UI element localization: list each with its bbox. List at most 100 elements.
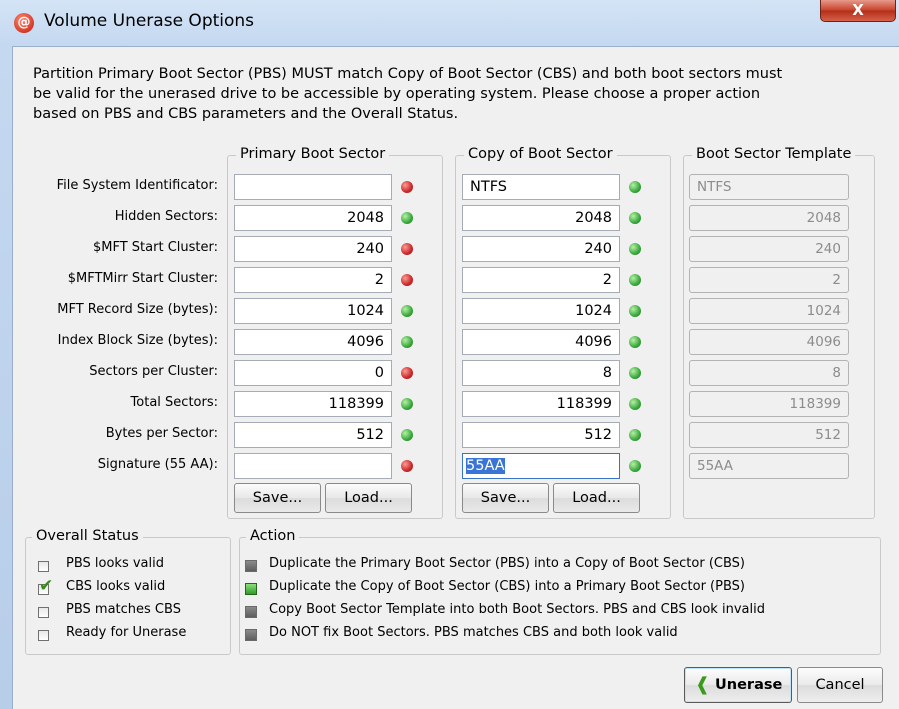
pbs-group-title: Primary Boot Sector [236, 146, 390, 162]
cbs-field-mftmirr-start[interactable]: 2 [462, 267, 620, 293]
row-label-hidden-sectors: Hidden Sectors: [114, 209, 218, 224]
pbs-valid-label: PBS looks valid [66, 556, 165, 571]
cbs-led-index-block-size [629, 336, 641, 348]
pbs-field-bytes-per-sector[interactable]: 512 [234, 422, 392, 448]
window-title: Volume Unerase Options [44, 11, 255, 31]
cbs-field-fs-id[interactable]: NTFS [462, 174, 620, 200]
cbs-field-total-sectors[interactable]: 118399 [462, 391, 620, 417]
pbs-field-signature[interactable] [234, 453, 392, 479]
pbs-field-hidden-sectors[interactable]: 2048 [234, 205, 392, 231]
cbs-field-mft-start[interactable]: 240 [462, 236, 620, 262]
row-label-mftmirr-start: $MFTMirr Start Cluster: [67, 271, 218, 286]
action-option-1-radio[interactable] [245, 560, 257, 572]
row-label-total-sectors: Total Sectors: [130, 395, 218, 410]
cbs-led-total-sectors [629, 398, 641, 410]
cbs-field-index-block-size[interactable]: 4096 [462, 329, 620, 355]
pbs-load-button[interactable]: Load... [325, 483, 412, 513]
row-label-sectors-per-cluster: Sectors per Cluster: [89, 364, 218, 379]
action-option-4-label[interactable]: Do NOT fix Boot Sectors. PBS matches CBS… [269, 625, 678, 640]
pbs-field-sectors-per-cluster[interactable]: 0 [234, 360, 392, 386]
row-label-mft-start: $MFT Start Cluster: [93, 240, 218, 255]
cbs-led-bytes-per-sector [629, 429, 641, 441]
row-label-mft-record-size: MFT Record Size (bytes): [57, 302, 218, 317]
cbs-field-hidden-sectors[interactable]: 2048 [462, 205, 620, 231]
pbs-led-sectors-per-cluster [401, 367, 413, 379]
pbs-matches-cbs-label: PBS matches CBS [66, 602, 181, 617]
action-option-1-label[interactable]: Duplicate the Primary Boot Sector (PBS) … [269, 556, 745, 571]
pbs-led-mft-record-size [401, 305, 413, 317]
cbs-led-sectors-per-cluster [629, 367, 641, 379]
pbs-field-mftmirr-start[interactable]: 2 [234, 267, 392, 293]
action-title: Action [246, 528, 300, 544]
ready-for-unerase-checkbox [38, 630, 49, 641]
unerase-button[interactable]: ❰ Unerase [684, 667, 792, 703]
overall-status-title: Overall Status [32, 528, 143, 544]
cbs-group-title: Copy of Boot Sector [464, 146, 617, 162]
action-option-2-radio[interactable] [245, 583, 257, 595]
dialog-window: @ Volume Unerase Options X Partition Pri… [0, 0, 899, 709]
pbs-matches-cbs-checkbox [38, 607, 49, 618]
cbs-led-mftmirr-start [629, 274, 641, 286]
template-field-hidden-sectors: 2048 [689, 205, 849, 231]
cancel-button[interactable]: Cancel [797, 667, 883, 703]
template-field-sectors-per-cluster: 8 [689, 360, 849, 386]
pbs-field-mft-start[interactable]: 240 [234, 236, 392, 262]
action-option-3-radio[interactable] [245, 606, 257, 618]
cbs-field-mft-record-size[interactable]: 1024 [462, 298, 620, 324]
unerase-icon: ❰ [695, 674, 711, 695]
pbs-save-button[interactable]: Save... [234, 483, 321, 513]
pbs-led-index-block-size [401, 336, 413, 348]
cbs-field-signature[interactable]: 55AA [462, 453, 620, 479]
pbs-valid-checkbox [38, 561, 49, 572]
template-group-title: Boot Sector Template [692, 146, 856, 162]
close-button[interactable]: X [820, 0, 896, 22]
pbs-led-signature [401, 460, 413, 472]
ready-for-unerase-label: Ready for Unerase [66, 625, 187, 640]
title-bar: @ Volume Unerase Options X [0, 0, 899, 44]
pbs-field-index-block-size[interactable]: 4096 [234, 329, 392, 355]
row-label-signature: Signature (55 AA): [97, 457, 218, 472]
cbs-led-mft-start [629, 243, 641, 255]
pbs-group: Primary Boot Sector 2048 240 2 1024 4096… [227, 146, 443, 519]
unerase-label: Unerase [715, 677, 783, 693]
cbs-led-hidden-sectors [629, 212, 641, 224]
action-group: Action Duplicate the Primary Boot Sector… [239, 528, 881, 655]
row-labels: File System Identificator: Hidden Sector… [13, 47, 218, 472]
pbs-field-mft-record-size[interactable]: 1024 [234, 298, 392, 324]
template-field-fs-id: NTFS [689, 174, 849, 200]
overall-status-group: Overall Status PBS looks valid ✔ CBS loo… [25, 528, 231, 655]
pbs-led-mft-start [401, 243, 413, 255]
template-field-bytes-per-sector: 512 [689, 422, 849, 448]
pbs-led-mftmirr-start [401, 274, 413, 286]
pbs-field-fs-id[interactable] [234, 174, 392, 200]
cbs-field-bytes-per-sector[interactable]: 512 [462, 422, 620, 448]
pbs-led-total-sectors [401, 398, 413, 410]
row-label-bytes-per-sector: Bytes per Sector: [105, 426, 218, 441]
app-logo-icon: @ [14, 13, 34, 33]
cbs-signature-selection: 55AA [466, 458, 505, 474]
checkmark-icon: ✔ [39, 576, 54, 596]
cbs-led-fs-id [629, 181, 641, 193]
template-field-mft-start: 240 [689, 236, 849, 262]
cbs-led-mft-record-size [629, 305, 641, 317]
cbs-field-sectors-per-cluster[interactable]: 8 [462, 360, 620, 386]
template-field-mftmirr-start: 2 [689, 267, 849, 293]
template-field-signature: 55AA [689, 453, 849, 479]
action-option-2-label[interactable]: Duplicate the Copy of Boot Sector (CBS) … [269, 579, 745, 594]
cbs-led-signature [629, 460, 641, 472]
cbs-save-button[interactable]: Save... [462, 483, 549, 513]
template-field-mft-record-size: 1024 [689, 298, 849, 324]
template-field-total-sectors: 118399 [689, 391, 849, 417]
row-label-fs-id: File System Identificator: [56, 178, 218, 193]
pbs-field-total-sectors[interactable]: 118399 [234, 391, 392, 417]
action-option-3-label[interactable]: Copy Boot Sector Template into both Boot… [269, 602, 765, 617]
cbs-load-button[interactable]: Load... [553, 483, 640, 513]
pbs-led-bytes-per-sector [401, 429, 413, 441]
cbs-group: Copy of Boot Sector NTFS 2048 240 2 1024… [455, 146, 671, 519]
cbs-valid-label: CBS looks valid [66, 579, 166, 594]
dialog-body: Partition Primary Boot Sector (PBS) MUST… [12, 46, 899, 709]
action-option-4-radio[interactable] [245, 629, 257, 641]
template-group: Boot Sector Template NTFS 2048 240 2 102… [683, 146, 875, 519]
template-field-index-block-size: 4096 [689, 329, 849, 355]
pbs-led-fs-id [401, 181, 413, 193]
